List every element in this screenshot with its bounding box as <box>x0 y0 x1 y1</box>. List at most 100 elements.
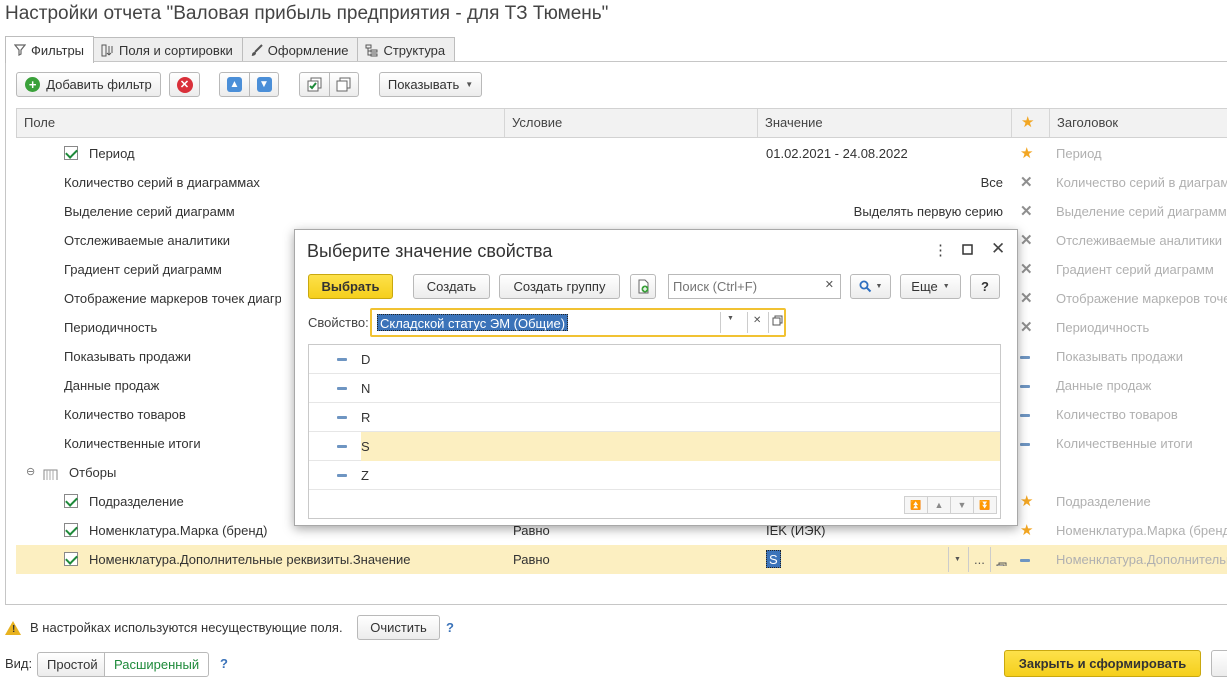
more-vertical-icon[interactable]: ⋮ <box>933 241 948 259</box>
search-input[interactable] <box>669 275 817 298</box>
dash-icon[interactable] <box>1020 400 1030 429</box>
open-icon[interactable] <box>996 554 1007 566</box>
clear-icon[interactable]: ✕ <box>753 315 761 326</box>
list-item[interactable]: R <box>309 403 1000 432</box>
condition-cell[interactable] <box>513 168 743 197</box>
copy-button[interactable] <box>630 274 656 299</box>
condition-cell[interactable]: Равно <box>513 545 743 574</box>
row-checkbox[interactable] <box>64 494 78 508</box>
star-icon[interactable]: ★ <box>1020 139 1033 168</box>
star-icon[interactable]: ★ <box>1020 487 1033 516</box>
help-button[interactable]: ? <box>970 274 1000 299</box>
scroll-down-icon[interactable]: ▼ <box>950 496 974 514</box>
title-cell[interactable]: Подразделение <box>1056 487 1227 516</box>
list-item[interactable]: D <box>309 345 1000 374</box>
title-cell[interactable]: Период <box>1056 139 1227 168</box>
search-options-button[interactable]: ▼ <box>850 274 891 299</box>
scroll-last-icon[interactable]: ⏬ <box>973 496 997 514</box>
title-cell[interactable]: Данные продаж <box>1056 371 1227 400</box>
hidden-cross-icon[interactable]: ✕ <box>1020 255 1033 284</box>
title-cell[interactable]: Показывать продажи <box>1056 342 1227 371</box>
view-help-link[interactable]: ? <box>220 656 228 671</box>
filter-row[interactable]: Выделение серий диаграмм Выделять первую … <box>16 197 1227 226</box>
tab-structure[interactable]: Структура <box>357 37 456 62</box>
footer-help-link[interactable]: ? <box>446 620 454 635</box>
tab-appearance[interactable]: Оформление <box>241 37 359 62</box>
star-icon[interactable]: ★ <box>1020 516 1033 545</box>
create-group-button[interactable]: Создать группу <box>499 274 620 299</box>
field-cell[interactable]: Период <box>89 139 529 168</box>
title-cell[interactable]: Количество серий в диаграммах <box>1056 168 1227 197</box>
value-cell[interactable]: 01.02.2021 - 24.08.2022 <box>766 139 1001 168</box>
row-checkbox[interactable] <box>64 523 78 537</box>
tab-fields-sorting[interactable]: Поля и сортировки <box>93 37 243 62</box>
view-extended-toggle[interactable]: Расширенный <box>104 652 210 677</box>
hidden-cross-icon[interactable]: ✕ <box>1020 226 1033 255</box>
clear-button[interactable]: Очистить <box>357 615 440 640</box>
title-cell[interactable]: Отображение маркеров точек диаграмм <box>1056 284 1227 313</box>
value-cell[interactable]: Все <box>766 168 1003 197</box>
filter-row[interactable]: Период 01.02.2021 - 24.08.2022 ★ Период <box>16 139 1227 168</box>
filter-row[interactable]: Количество серий в диаграммах Все ✕ Количес… <box>16 168 1227 197</box>
list-item[interactable]: Z <box>309 461 1000 490</box>
dash-icon[interactable] <box>1020 342 1030 371</box>
chevron-down-icon[interactable]: ▼ <box>727 315 734 322</box>
collapse-toggle-icon[interactable]: ⊖ <box>26 458 35 487</box>
close-and-build-button[interactable]: Закрыть и сформировать <box>1004 650 1201 677</box>
filter-row[interactable]: Номенклатура.Дополнительные реквизиты.Зн… <box>16 545 1227 574</box>
field-cell[interactable]: Количество серий в диаграммах <box>64 168 504 197</box>
condition-cell[interactable] <box>513 139 743 168</box>
condition-cell[interactable] <box>513 197 743 226</box>
dash-icon[interactable] <box>1020 371 1030 400</box>
hidden-cross-icon[interactable]: ✕ <box>1020 168 1033 197</box>
create-button[interactable]: Создать <box>413 274 490 299</box>
hidden-cross-icon[interactable]: ✕ <box>1020 313 1033 342</box>
delete-button[interactable]: ✕ <box>169 72 200 97</box>
title-cell[interactable]: Количество товаров <box>1056 400 1227 429</box>
header-star[interactable]: ★ <box>1012 109 1050 137</box>
title-cell[interactable] <box>1056 458 1227 487</box>
header-field[interactable]: Поле <box>17 109 505 137</box>
dash-icon[interactable] <box>1020 429 1030 458</box>
property-value[interactable]: Складской статус ЭМ (Общие) <box>377 314 569 331</box>
check-all-button[interactable] <box>299 72 330 97</box>
scroll-first-icon[interactable]: ⏫ <box>904 496 928 514</box>
add-filter-button[interactable]: + Добавить фильтр <box>16 72 161 97</box>
chevron-down-icon[interactable]: ▼ <box>954 545 961 574</box>
move-up-button[interactable]: ▲ <box>219 72 250 97</box>
clear-search-icon[interactable]: ✕ <box>825 278 834 291</box>
value-cell[interactable]: Выделять первую серию <box>766 197 1003 226</box>
search-field[interactable]: ✕ <box>668 274 841 299</box>
view-simple-toggle[interactable]: Простой <box>37 652 108 677</box>
move-down-button[interactable]: ▼ <box>249 72 279 97</box>
close-button[interactable] <box>1211 650 1227 677</box>
hidden-cross-icon[interactable]: ✕ <box>1020 284 1033 313</box>
title-cell[interactable]: Номенклатура.Дополнительные реквизиты.Зн… <box>1056 545 1227 574</box>
maximize-icon[interactable] <box>962 242 973 259</box>
title-cell[interactable]: Количественные итоги <box>1056 429 1227 458</box>
field-cell[interactable]: Номенклатура.Дополнительные реквизиты.Зн… <box>89 545 529 574</box>
header-condition[interactable]: Условие <box>505 109 758 137</box>
more-button[interactable]: Еще ▼ <box>900 274 961 299</box>
open-icon[interactable] <box>772 314 783 329</box>
field-cell[interactable]: Отображение маркеров точек диаграмм <box>64 284 281 313</box>
field-cell[interactable]: Выделение серий диаграмм <box>64 197 504 226</box>
select-button[interactable]: Выбрать <box>308 274 393 299</box>
title-cell[interactable]: Градиент серий диаграмм <box>1056 255 1227 284</box>
title-cell[interactable]: Периодичность <box>1056 313 1227 342</box>
row-checkbox[interactable] <box>64 552 78 566</box>
list-item[interactable]: N <box>309 374 1000 403</box>
scroll-up-icon[interactable]: ▲ <box>927 496 951 514</box>
header-title[interactable]: Заголовок <box>1050 109 1227 137</box>
show-dropdown-button[interactable]: Показывать ▼ <box>379 72 482 97</box>
uncheck-all-button[interactable] <box>329 72 359 97</box>
title-cell[interactable]: Отслеживаемые аналитики <box>1056 226 1227 255</box>
title-cell[interactable]: Выделение серий диаграмм <box>1056 197 1227 226</box>
ellipsis-icon[interactable]: ... <box>974 545 985 574</box>
row-checkbox[interactable] <box>64 146 78 160</box>
hidden-cross-icon[interactable]: ✕ <box>1020 197 1033 226</box>
property-field[interactable]: Складской статус ЭМ (Общие) ▼ ✕ <box>370 308 786 337</box>
tab-filters[interactable]: Фильтры <box>5 36 95 63</box>
list-item[interactable]: S <box>309 432 1000 461</box>
dash-icon[interactable] <box>1020 545 1030 574</box>
